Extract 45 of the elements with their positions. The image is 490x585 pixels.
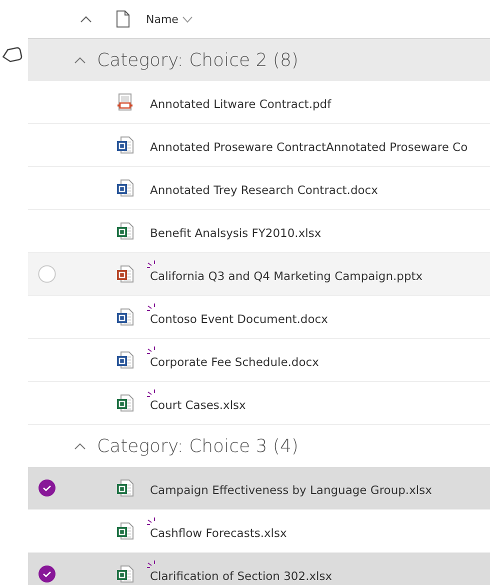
checked-circle-icon[interactable] — [38, 479, 56, 497]
tag-icon[interactable] — [1, 47, 23, 63]
word-file-icon — [116, 136, 134, 154]
checkbox-circle-icon[interactable] — [38, 265, 56, 283]
word-file-icon — [116, 308, 134, 326]
file-row[interactable]: Corporate Fee Schedule.docx — [28, 339, 490, 382]
collapse-icon[interactable] — [74, 56, 86, 64]
chevron-down-icon — [182, 16, 194, 22]
file-row[interactable]: Court Cases.xlsx — [28, 382, 490, 425]
group-title: Category: Choice 2 (8) — [97, 50, 298, 70]
file-name-link[interactable]: California Q3 and Q4 Marketing Campaign.pptx — [150, 268, 423, 282]
collapse-icon[interactable] — [74, 442, 86, 450]
pdf-file-icon — [116, 93, 134, 111]
collapse-all-icon[interactable] — [80, 15, 92, 23]
excel-file-icon — [116, 479, 134, 497]
file-type-icon — [116, 10, 130, 28]
file-name-link[interactable]: Annotated Proseware ContractAnnotated Proseware Co — [150, 140, 468, 154]
file-name-link[interactable]: Corporate Fee Schedule.docx — [150, 354, 319, 368]
file-row[interactable]: Annotated Trey Research Contract.docx — [28, 167, 490, 210]
file-name-link[interactable]: Campaign Effectiveness by Language Group.xlsx — [150, 482, 432, 496]
file-name-link[interactable]: Cashflow Forecasts.xlsx — [150, 526, 287, 540]
excel-file-icon — [116, 565, 134, 583]
file-row[interactable]: Annotated Proseware ContractAnnotated Proseware Co — [28, 124, 490, 167]
excel-file-icon — [116, 522, 134, 540]
group-title: Category: Choice 3 (4) — [97, 436, 298, 456]
file-name-link[interactable]: Annotated Trey Research Contract.docx — [150, 182, 378, 196]
file-row[interactable]: Campaign Effectiveness by Language Group.xlsx — [28, 467, 490, 510]
group-header[interactable]: Category: Choice 2 (8) — [28, 39, 490, 81]
file-name-link[interactable]: Benefit Analsysis FY2010.xlsx — [150, 226, 322, 240]
file-name-link[interactable]: Contoso Event Document.docx — [150, 312, 328, 326]
file-name-link[interactable]: Court Cases.xlsx — [150, 398, 246, 412]
file-row[interactable]: California Q3 and Q4 Marketing Campaign.pptx — [28, 253, 490, 296]
group-header[interactable]: Category: Choice 3 (4) — [28, 425, 490, 467]
excel-file-icon — [116, 222, 134, 240]
checked-circle-icon[interactable] — [38, 565, 56, 583]
name-column-header[interactable]: Name — [146, 12, 194, 26]
powerpoint-file-icon — [116, 265, 134, 283]
word-file-icon — [116, 351, 134, 369]
word-file-icon — [116, 179, 134, 197]
file-name-link[interactable]: Clarification of Section 302.xlsx — [150, 568, 332, 582]
file-row[interactable]: Contoso Event Document.docx — [28, 296, 490, 339]
file-row[interactable]: Clarification of Section 302.xlsx — [28, 553, 490, 585]
excel-file-icon — [116, 394, 134, 412]
file-row[interactable]: Annotated Litware Contract.pdf — [28, 81, 490, 124]
file-name-link[interactable]: Annotated Litware Contract.pdf — [150, 96, 332, 110]
